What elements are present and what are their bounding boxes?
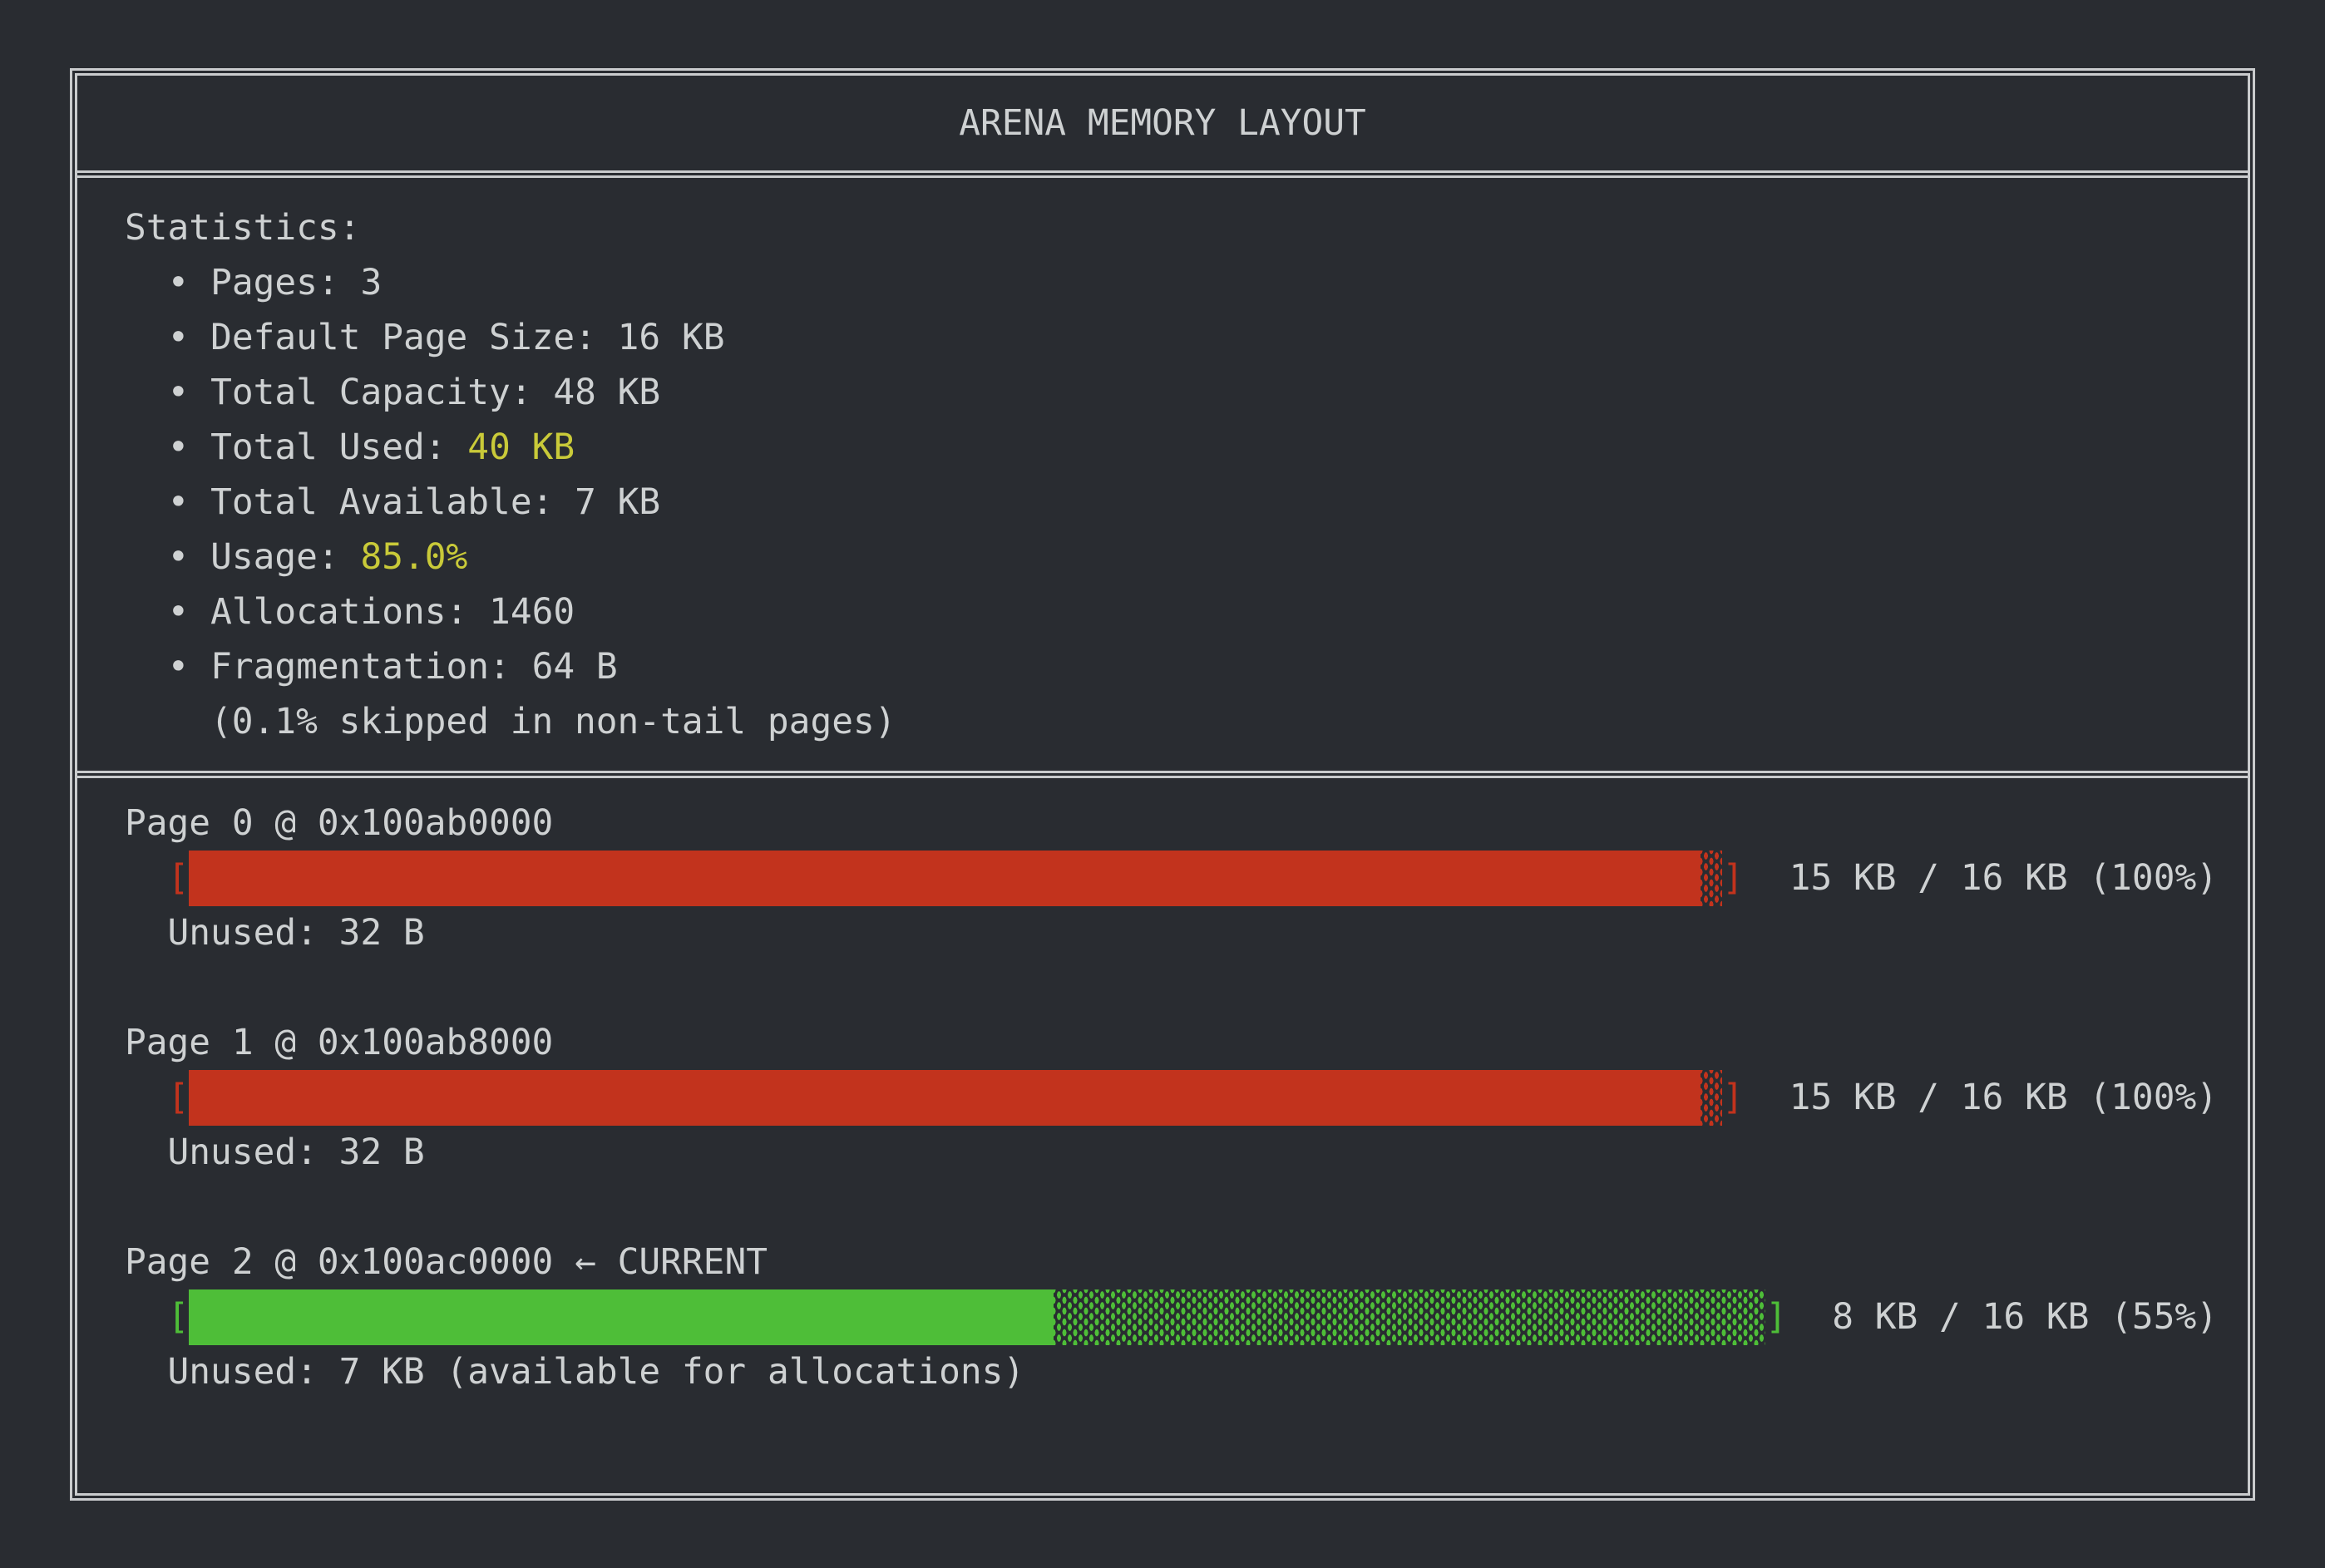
- unused-line: Unused: 32 B: [125, 905, 2218, 960]
- unused-text: Unused: 7 KB (available for allocations): [168, 1351, 1025, 1393]
- stat-line-total-capacity: • Total Capacity: 48 KB: [125, 365, 2248, 420]
- stat-line-default-page-size: • Default Page Size: 16 KB: [125, 310, 2248, 365]
- page-header: Page 2 @ 0x100ac0000 ← CURRENT: [125, 1235, 2218, 1289]
- bar-label: 15 KB / 16 KB (100%): [1789, 851, 2218, 905]
- stat-note: (0.1% skipped in non-tail pages): [125, 694, 2248, 749]
- statistics-heading: Statistics:: [125, 200, 2248, 255]
- stat-line-total-used: • Total Used: 40 KB: [125, 420, 2248, 475]
- stat-highlight: 40 KB: [467, 427, 575, 468]
- bullet-icon: •: [168, 365, 190, 420]
- page-block-0: Page 0 @ 0x100ab0000 [] 15 KB / 16 KB (10…: [125, 796, 2218, 960]
- bar-open-bracket: [: [168, 1289, 190, 1344]
- bar-close-bracket: ]: [1722, 1070, 1744, 1125]
- stat-text: Total Available: 7 KB: [210, 481, 660, 523]
- page-header: Page 0 @ 0x100ab0000: [125, 796, 2218, 851]
- statistics-section: Statistics: • Pages: 3 • Default Page Size…: [77, 178, 2248, 778]
- page-title: ARENA MEMORY LAYOUT: [959, 96, 1366, 150]
- stat-line-total-available: • Total Available: 7 KB: [125, 475, 2248, 530]
- page-block-1: Page 1 @ 0x100ab8000 [] 15 KB / 16 KB (10…: [125, 1015, 2218, 1180]
- stat-text: Total Capacity: 48 KB: [210, 372, 660, 413]
- memory-bar: [] 8 KB / 16 KB (55%): [125, 1289, 2218, 1344]
- bar-free-segment: [1701, 1070, 1722, 1126]
- stat-text: Usage:: [210, 536, 360, 578]
- bullet-icon: •: [168, 255, 190, 310]
- stat-text: Pages: 3: [210, 262, 382, 303]
- arena-frame: ARENA MEMORY LAYOUT Statistics: • Pages: …: [70, 68, 2255, 1501]
- bar-close-bracket: ]: [1765, 1289, 1787, 1344]
- bullet-icon: •: [168, 530, 190, 584]
- stat-line-allocations: • Allocations: 1460: [125, 584, 2248, 639]
- bar-label: 15 KB / 16 KB (100%): [1789, 1070, 2218, 1125]
- stat-text: Total Used:: [210, 427, 467, 468]
- bar-free-segment: [1054, 1289, 1765, 1345]
- stat-text: Fragmentation: 64 B: [210, 646, 618, 688]
- unused-text: Unused: 32 B: [168, 1132, 425, 1173]
- stat-text: Allocations: 1460: [210, 591, 575, 633]
- stat-text: Default Page Size: 16 KB: [210, 317, 724, 358]
- unused-line: Unused: 7 KB (available for allocations): [125, 1344, 2218, 1399]
- unused-text: Unused: 32 B: [168, 912, 425, 954]
- memory-bar: [] 15 KB / 16 KB (100%): [125, 851, 2218, 905]
- unused-line: Unused: 32 B: [125, 1125, 2218, 1180]
- bar-open-bracket: [: [168, 851, 190, 905]
- bar-free-segment: [1701, 851, 1722, 906]
- page-block-2: Page 2 @ 0x100ac0000 ← CURRENT [] 8 KB / …: [125, 1235, 2218, 1399]
- bullet-icon: •: [168, 639, 190, 694]
- stat-line-pages: • Pages: 3: [125, 255, 2248, 310]
- pages-section: Page 0 @ 0x100ab0000 [] 15 KB / 16 KB (10…: [77, 778, 2248, 1493]
- stat-note-text: (0.1% skipped in non-tail pages): [210, 701, 896, 742]
- memory-bar: [] 15 KB / 16 KB (100%): [125, 1070, 2218, 1125]
- bar-close-bracket: ]: [1722, 851, 1744, 905]
- stat-line-fragmentation: • Fragmentation: 64 B: [125, 639, 2248, 694]
- title-bar: ARENA MEMORY LAYOUT: [77, 76, 2248, 178]
- bar-label: 8 KB / 16 KB (55%): [1832, 1289, 2218, 1344]
- bar-open-bracket: [: [168, 1070, 190, 1125]
- stat-line-usage: • Usage: 85.0%: [125, 530, 2248, 584]
- bullet-icon: •: [168, 310, 190, 365]
- bar-used-segment: [189, 1070, 1701, 1126]
- bullet-icon: •: [168, 584, 190, 639]
- stat-highlight: 85.0%: [360, 536, 467, 578]
- bar-used-segment: [189, 851, 1701, 906]
- bullet-icon: •: [168, 420, 190, 475]
- bar-used-segment: [189, 1289, 1054, 1345]
- page-header: Page 1 @ 0x100ab8000: [125, 1015, 2218, 1070]
- arena-memory-screen: { "title": "ARENA MEMORY LAYOUT", "stati…: [0, 0, 2325, 1568]
- bullet-icon: •: [168, 475, 190, 530]
